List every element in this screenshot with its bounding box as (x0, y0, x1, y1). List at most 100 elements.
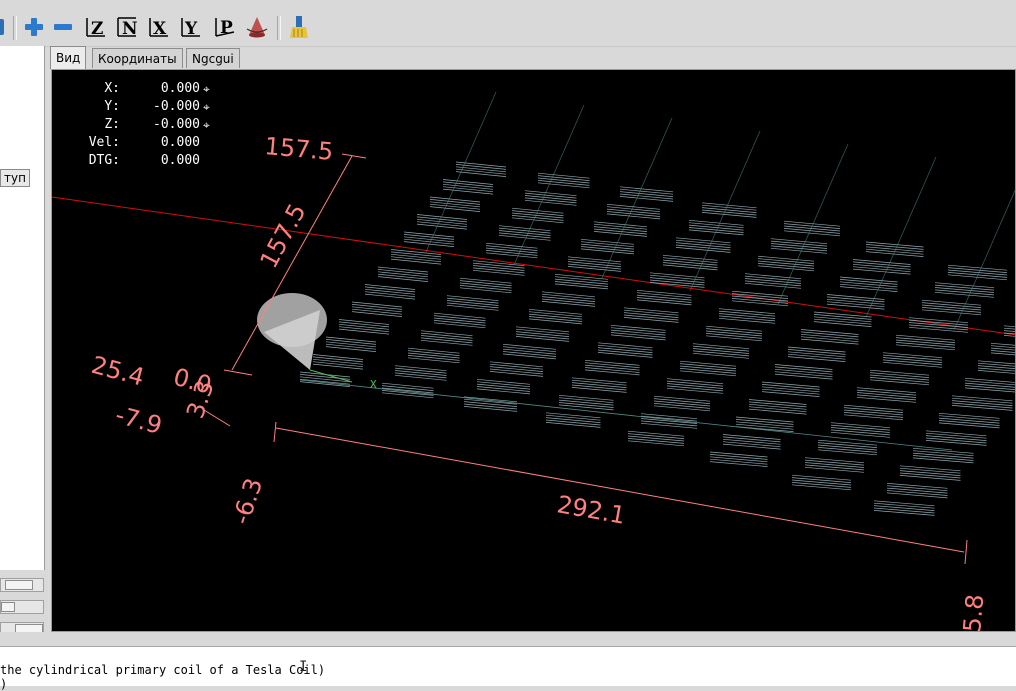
toolpath-segment (804, 457, 865, 464)
toolpath-segment (463, 396, 518, 403)
toolpath-segment (545, 414, 601, 421)
toolpath-segment (830, 427, 891, 433)
dimension-tick (273, 421, 277, 443)
toolpath-segment (705, 328, 763, 334)
toolpath-segment (545, 419, 601, 426)
toolpath-segment (744, 280, 802, 287)
toolpath-segment (722, 441, 781, 448)
toolpath-segment (390, 253, 442, 260)
toolpath-segment (377, 269, 429, 275)
toolpath-segment (515, 333, 570, 340)
toolpath-segment (895, 339, 956, 346)
toolpath-segment (701, 207, 757, 213)
toolpath-segment (783, 230, 841, 237)
toolpath-segment (852, 263, 911, 270)
view-z2-icon: N (117, 17, 138, 39)
toolpath-segment (541, 293, 596, 300)
toolpath-segment (886, 485, 948, 492)
toolpath-segment (429, 201, 481, 208)
view-y-button[interactable]: Y (179, 15, 203, 39)
toolbar-partial-button[interactable] (0, 15, 10, 39)
3d-preview-viewport[interactable]: X 157.5 157.5 25.4 0.0 -7.9 3.3 -6.3 292.1 5.8 X:… (51, 69, 1016, 632)
toolbar-separator (13, 16, 17, 40)
toolpath-segment (489, 371, 544, 377)
toolpath-segment (934, 282, 995, 289)
toolpath-segment (718, 310, 776, 317)
toolpath-segment (843, 409, 904, 416)
toolpath-segment (839, 279, 898, 285)
toolpath-segment (856, 387, 917, 394)
toolpath-segment (826, 301, 885, 308)
dro-label: X: (104, 81, 120, 96)
toolpath-segment (1003, 335, 1015, 337)
view-x-button[interactable]: X (147, 15, 171, 39)
toolpath-segment (722, 436, 781, 443)
toolpath-segment (761, 391, 820, 397)
toolpath-segment (852, 266, 911, 273)
toolpath-segment (653, 400, 711, 407)
toolpath-segment (446, 297, 499, 304)
toolpath-segment (921, 299, 982, 306)
toolpath-segment (571, 387, 627, 393)
rotate-button[interactable] (245, 15, 269, 39)
toolpath-segment (338, 323, 390, 330)
view-z2-button[interactable]: N (115, 15, 139, 39)
toolpath-segment (597, 352, 653, 358)
toolpath-segment (381, 387, 434, 394)
view-z-button[interactable]: Z (84, 15, 108, 39)
dro-row-x: X: 0.000 ⌖ (70, 80, 210, 98)
toolpath-segment (364, 291, 416, 298)
view-z-icon: Z (86, 18, 105, 39)
tab-coordinates[interactable]: Координаты (92, 48, 183, 68)
dimension-label: -6.3 (227, 475, 268, 528)
toolpath-segment (537, 180, 590, 186)
toolpath-segment (498, 227, 551, 234)
toolpath-segment (351, 301, 403, 308)
toolpath-segment (476, 388, 531, 395)
toolpath-segment (606, 208, 661, 215)
plus-icon (25, 18, 43, 36)
toolpath-segment (938, 420, 1000, 426)
toolpath-segment (735, 421, 794, 428)
toolpath-segment (757, 260, 815, 267)
toolpath-segment (761, 386, 820, 393)
text-cursor-icon: I (299, 659, 308, 675)
tab-view[interactable]: Вид (50, 46, 87, 69)
zoom-out-button[interactable] (51, 15, 75, 39)
toolpath-segment (541, 291, 596, 298)
toolpath-segment (351, 304, 403, 310)
slider-thumb[interactable] (5, 580, 33, 590)
toolpath-segment (869, 377, 930, 383)
toolpath-segment (597, 349, 653, 356)
slider-thumb[interactable] (1, 602, 15, 612)
splitter[interactable] (0, 632, 1016, 646)
toolpath-segment (610, 329, 666, 336)
left-slider-1[interactable] (0, 578, 44, 592)
left-panel-button[interactable]: туп (0, 169, 30, 187)
toolpath-segment (442, 181, 494, 188)
toolpath-segment (463, 398, 518, 405)
toolpath-segment (951, 405, 1013, 411)
toolpath-segment (744, 273, 802, 280)
toolpath-segment (791, 484, 852, 491)
toolpath-segment (545, 412, 601, 419)
view-p-button[interactable]: P (213, 15, 237, 39)
toolpath-segment (895, 344, 956, 351)
toolpath-segment (718, 308, 776, 315)
toolpath-segment (554, 276, 609, 283)
toolpath-segment (770, 243, 828, 249)
home-icon: ⌖ (203, 82, 210, 96)
gcode-line-2: ) (0, 677, 8, 691)
toolpath-segment (722, 434, 781, 440)
left-slider-2[interactable] (0, 600, 44, 614)
toolpath-segment (627, 430, 685, 437)
gcode-text-area[interactable]: the cylindrical primary coil of a Tesla … (0, 646, 1016, 691)
toolpath-segment (817, 442, 878, 448)
toolpath-segment (541, 296, 596, 302)
clear-backplot-button[interactable] (287, 15, 311, 39)
toolpath-segment (528, 313, 583, 320)
toolpath-segment (429, 206, 481, 212)
zoom-in-button[interactable] (22, 15, 46, 39)
tab-ngcgui[interactable]: Ngcgui (186, 48, 240, 68)
toolpath-segment (899, 465, 961, 472)
